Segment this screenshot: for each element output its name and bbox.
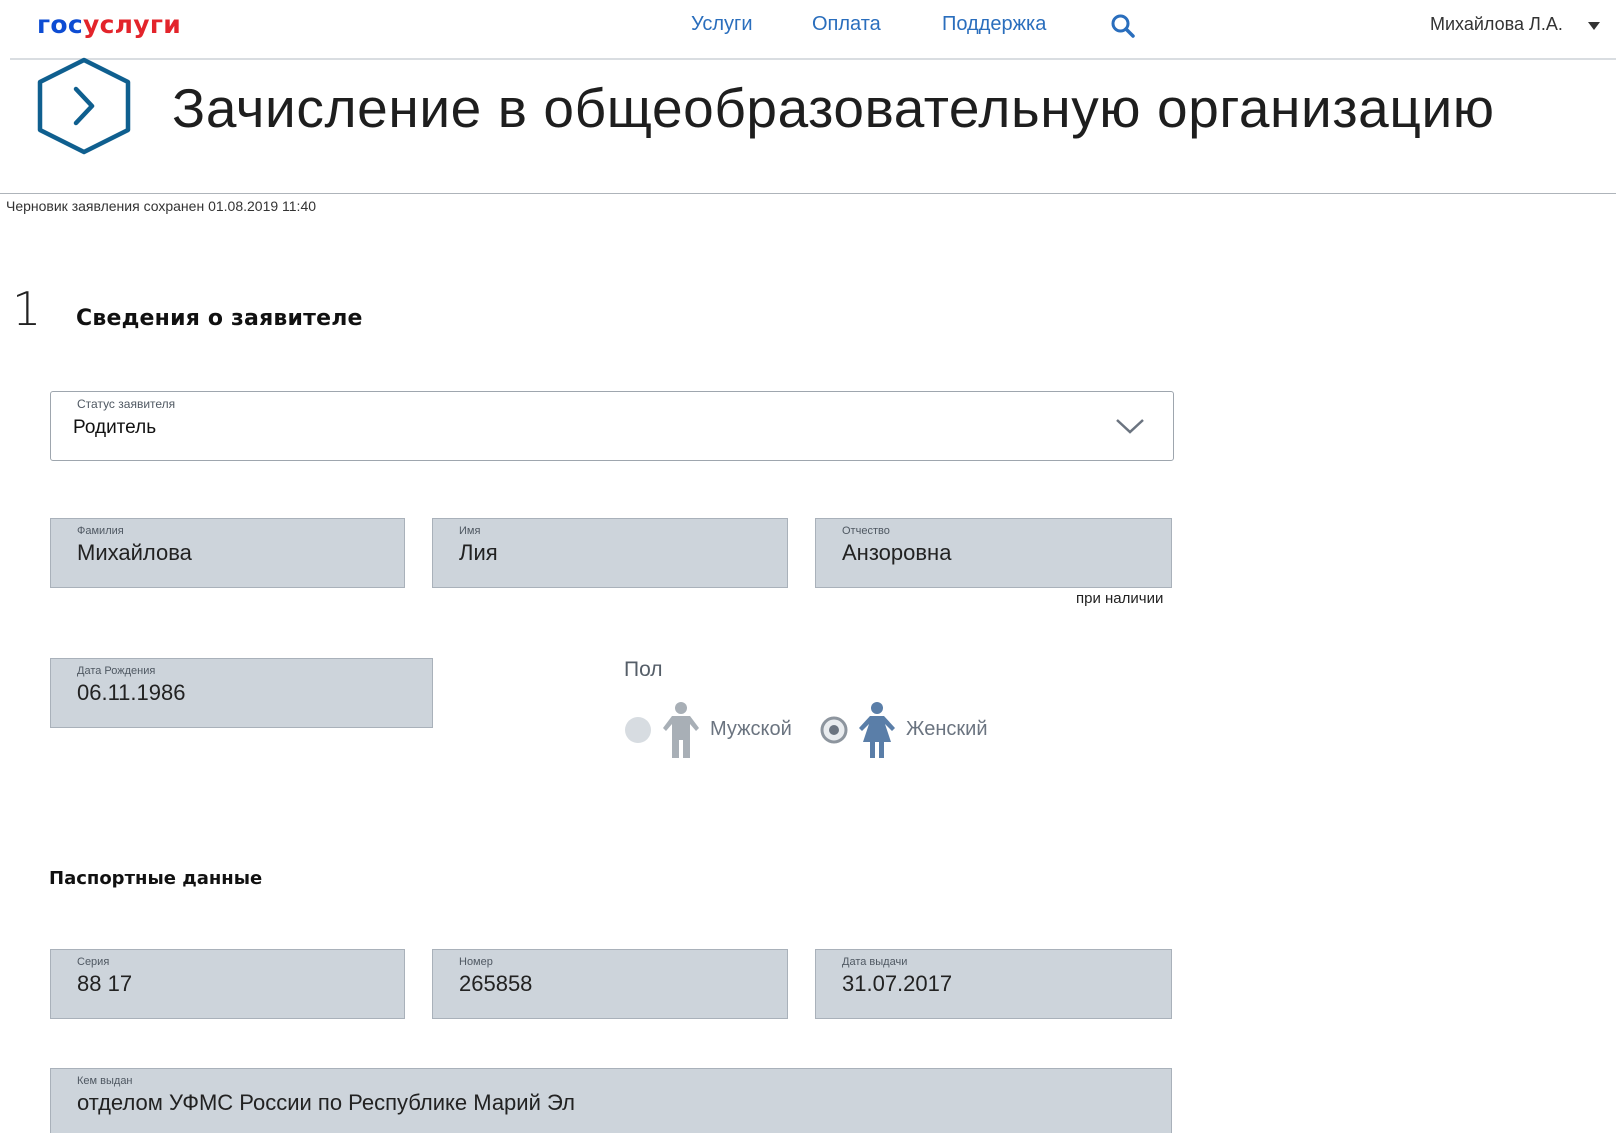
field-label: Кем выдан bbox=[77, 1075, 133, 1087]
field-value: 88 17 bbox=[77, 971, 133, 996]
step-title: Сведения о заявителе bbox=[76, 306, 363, 331]
first-name-field[interactable]: Имя Лия bbox=[432, 518, 788, 588]
gender-label: Пол bbox=[624, 658, 663, 681]
passport-section-title: Паспортные данные bbox=[49, 868, 263, 889]
draft-saved-status: Черновик заявления сохранен 01.08.2019 1… bbox=[6, 198, 317, 214]
passport-issue-date-field[interactable]: Дата выдачи 31.07.2017 bbox=[815, 949, 1172, 1019]
page: госуслуги Услуги Оплата Поддержка Михайл… bbox=[0, 0, 1616, 1133]
field-value: Михайлова bbox=[77, 540, 192, 565]
gender-option-label: Женский bbox=[906, 718, 988, 740]
field-value: Родитель bbox=[73, 417, 157, 438]
applicant-status-select[interactable]: Статус заявителя Родитель bbox=[50, 391, 1174, 461]
last-name-field[interactable]: Фамилия Михайлова bbox=[50, 518, 405, 588]
nav-link-support[interactable]: Поддержка bbox=[942, 13, 1046, 36]
field-label: Имя bbox=[459, 525, 481, 537]
divider bbox=[0, 193, 1616, 194]
nav-link-services[interactable]: Услуги bbox=[691, 13, 753, 36]
top-navigation-bar: госуслуги Услуги Оплата Поддержка Михайл… bbox=[10, 0, 1616, 60]
hexagon-chevron-right-icon bbox=[37, 57, 131, 155]
male-person-icon bbox=[663, 702, 699, 758]
gender-option-male[interactable]: Мужской bbox=[624, 702, 794, 758]
nav-link-payment[interactable]: Оплата bbox=[812, 13, 881, 36]
user-menu[interactable]: Михайлова Л.А. bbox=[1430, 14, 1563, 35]
radio-selected[interactable] bbox=[820, 716, 848, 744]
middle-name-field[interactable]: Отчество Анзоровна bbox=[815, 518, 1172, 588]
passport-number-field[interactable]: Номер 265858 bbox=[432, 949, 788, 1019]
field-label: Статус заявителя bbox=[77, 397, 176, 411]
field-value: отделом УФМС России по Республике Марий … bbox=[77, 1090, 575, 1115]
field-label: Фамилия bbox=[77, 525, 124, 537]
field-value: Лия bbox=[459, 540, 498, 565]
field-value: 06.11.1986 bbox=[77, 680, 186, 705]
search-icon[interactable] bbox=[1110, 13, 1136, 39]
user-name: Михайлова Л.А. bbox=[1430, 14, 1563, 34]
chevron-down-icon[interactable] bbox=[1115, 417, 1145, 435]
field-label: Дата Рождения bbox=[77, 665, 156, 677]
page-title: Зачисление в общеобразовательную организ… bbox=[172, 77, 1495, 139]
radio-unselected[interactable] bbox=[624, 716, 652, 744]
female-person-icon bbox=[859, 702, 895, 758]
passport-series-field[interactable]: Серия 88 17 bbox=[50, 949, 405, 1019]
field-value: 31.07.2017 bbox=[842, 971, 953, 996]
gosuslugi-logo[interactable]: госуслуги bbox=[37, 10, 181, 39]
caret-down-icon[interactable] bbox=[1588, 22, 1600, 30]
field-label: Номер bbox=[459, 956, 493, 968]
middle-name-hint: при наличии bbox=[1076, 590, 1164, 607]
passport-issued-by-field[interactable]: Кем выдан отделом УФМС России по Республ… bbox=[50, 1068, 1172, 1133]
field-label: Дата выдачи bbox=[842, 956, 908, 968]
birth-date-field[interactable]: Дата Рождения 06.11.1986 bbox=[50, 658, 433, 728]
field-label: Серия bbox=[77, 956, 110, 968]
field-value: 265858 bbox=[459, 971, 533, 996]
gender-option-label: Мужской bbox=[710, 718, 792, 740]
field-label: Отчество bbox=[842, 525, 890, 537]
field-value: Анзоровна bbox=[842, 540, 952, 565]
step-number: 1 bbox=[12, 282, 42, 336]
gender-option-female[interactable]: Женский bbox=[820, 702, 1000, 758]
